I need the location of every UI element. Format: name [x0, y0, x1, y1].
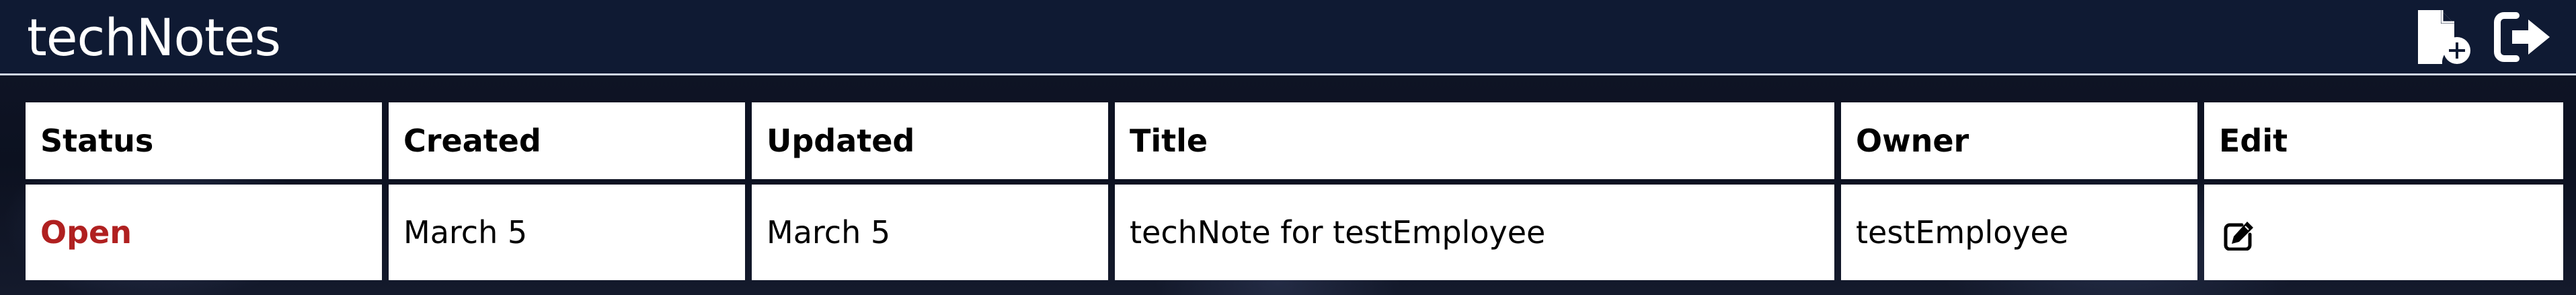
table-header-row: Status Created Updated Title Owner Edit — [26, 102, 2563, 179]
column-header-edit: Edit — [2204, 102, 2563, 179]
app-header: techNotes — [0, 0, 2576, 75]
app-title-link[interactable]: techNotes — [27, 5, 281, 70]
column-header-status: Status — [26, 102, 382, 179]
pen-to-square-icon — [2223, 220, 2255, 253]
column-header-updated: Updated — [752, 102, 1108, 179]
column-header-created: Created — [389, 102, 745, 179]
sign-out-icon — [2492, 7, 2557, 69]
new-note-button[interactable] — [2411, 8, 2476, 67]
table-row: Open March 5 March 5 techNote for testEm… — [26, 185, 2563, 280]
column-header-owner: Owner — [1841, 102, 2197, 179]
cell-created: March 5 — [389, 185, 745, 280]
cell-status: Open — [26, 185, 382, 280]
logout-button[interactable] — [2492, 8, 2557, 67]
notes-table: Status Created Updated Title Owner Edit … — [19, 97, 2570, 286]
status-badge: Open — [40, 214, 132, 251]
cell-edit — [2204, 185, 2563, 280]
column-header-title: Title — [1115, 102, 1834, 179]
file-plus-icon — [2411, 7, 2476, 69]
cell-owner: testEmployee — [1841, 185, 2197, 280]
cell-updated: March 5 — [752, 185, 1108, 280]
edit-note-button[interactable] — [2219, 216, 2259, 257]
cell-title: techNote for testEmployee — [1115, 185, 1834, 280]
